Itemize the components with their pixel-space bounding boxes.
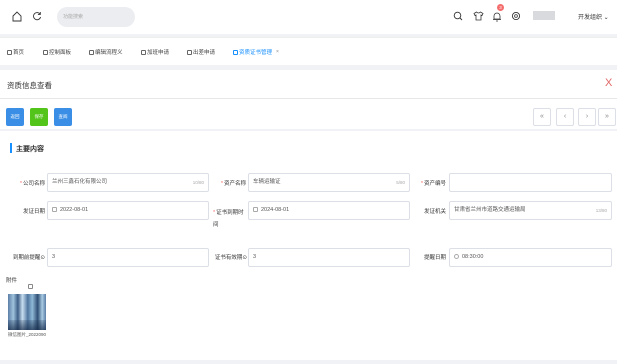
tab-label: 首页 [13, 50, 25, 56]
settings-icon[interactable] [510, 10, 522, 22]
tab-business-trip[interactable]: 出差申请 [187, 48, 215, 56]
required-mark: * [213, 210, 216, 216]
remind-before-input[interactable]: 3 [47, 248, 209, 267]
tab-icon [89, 49, 94, 55]
view-button[interactable]: 查阅 [54, 108, 72, 126]
char-count: 10/80 [192, 180, 204, 185]
refresh-icon[interactable] [31, 10, 43, 22]
asset-no-label-text: 资产编号 [423, 181, 446, 187]
asset-name-field[interactable]: 车辆运输证 5/80 [248, 173, 410, 192]
chevron-down-icon: ⌄ [602, 15, 609, 21]
issue-date-label: 发证日期 [22, 209, 45, 215]
next-page-button[interactable]: › [578, 108, 596, 126]
required-mark: * [19, 181, 22, 187]
tab-icon [187, 49, 192, 55]
prev-page-button[interactable]: ‹ [556, 108, 574, 126]
close-icon[interactable]: × [276, 49, 279, 55]
shirt-icon[interactable] [472, 10, 484, 22]
remind-time-label: 提醒日期 [423, 255, 446, 261]
company-name-label: *公司名称 [10, 179, 45, 187]
search-icon[interactable] [452, 10, 464, 22]
asset-no-field[interactable] [449, 173, 612, 192]
divider [0, 129, 617, 131]
first-page-button[interactable]: « [533, 108, 551, 126]
company-name-label-text: 公司名称 [22, 181, 45, 187]
required-mark: * [220, 181, 223, 187]
authority-value: 甘肃省兰州市道路交通运输局 [454, 207, 526, 213]
char-count: 5/80 [396, 180, 405, 185]
attachment-item[interactable]: 微信图片_20220901160.jpg [8, 284, 46, 346]
attachment-label: 附件 [6, 278, 18, 284]
remind-before-value: 3 [52, 254, 56, 260]
avatar[interactable] [533, 11, 555, 20]
calendar-icon [253, 206, 258, 212]
tab-overtime[interactable]: 加班申请 [141, 48, 169, 56]
panel-title: 资质信息查看 [7, 81, 52, 90]
tab-label: 出差申请 [193, 50, 216, 56]
company-name-field[interactable]: 兰州三鑫石化有限公司 10/80 [47, 173, 209, 192]
expire-date-value: 2024-08-01 [261, 207, 290, 213]
authority-field[interactable]: 甘肃省兰州市道路交通运输局 13/80 [449, 201, 612, 220]
expire-date-picker[interactable]: 2024-08-01 [248, 201, 410, 220]
org-selector[interactable]: 开发组织 ⌄ [578, 12, 609, 21]
asset-name-label: *资产名称 [213, 179, 246, 187]
remind-before-label: 到期前提醒⊙ [12, 255, 45, 261]
authority-label: 发证机关 [423, 209, 446, 215]
tab-icon [141, 49, 146, 55]
remind-time-value: 08:30:00 [462, 254, 484, 260]
tab-certificate-management[interactable]: 资质证书管理 × [233, 48, 279, 56]
asset-no-label: *资产编号 [414, 179, 446, 187]
tab-icon [43, 49, 48, 55]
home-icon[interactable] [11, 10, 23, 22]
validity-value: 3 [253, 254, 257, 260]
tab-label: 控制面板 [49, 50, 72, 56]
top-bar: 功能搜索 3 开发组织 ⌄ [0, 0, 617, 34]
tab-process-definition[interactable]: 编辑流程义 [89, 48, 123, 56]
section-title: 主要内容 [16, 146, 44, 153]
bell-icon[interactable] [491, 10, 503, 22]
return-button[interactable]: 返回 [6, 108, 24, 126]
tab-home[interactable]: 首页 [7, 48, 24, 56]
delete-icon[interactable] [28, 284, 33, 289]
tab-icon [233, 49, 238, 55]
section-marker [10, 143, 12, 153]
attachment-filename: 微信图片_20220901160.jpg [8, 332, 46, 337]
tab-label: 资质证书管理 [239, 50, 273, 56]
tab-bar: 首页 控制面板 编辑流程义 加班申请 出差申请 资质证书管理 × [0, 37, 617, 65]
search-input[interactable]: 功能搜索 [57, 7, 135, 27]
last-page-button[interactable]: » [598, 108, 616, 126]
company-name-value: 兰州三鑫石化有限公司 [52, 179, 108, 185]
tab-label: 加班申请 [147, 50, 170, 56]
expire-label: *证书到期时间 [213, 207, 246, 231]
char-count: 13/80 [595, 208, 607, 213]
tab-icon [7, 49, 12, 55]
remind-time-picker[interactable]: 08:30:00 [449, 248, 612, 267]
notification-badge: 3 [497, 4, 504, 11]
attachment-thumbnail[interactable] [8, 294, 46, 330]
asset-name-value: 车辆运输证 [253, 179, 281, 185]
close-icon[interactable]: X [605, 77, 612, 89]
issue-date-value: 2022-08-01 [60, 207, 89, 213]
required-mark: * [420, 181, 423, 187]
asset-name-label-text: 资产名称 [223, 181, 246, 187]
clock-icon [454, 253, 459, 259]
save-button[interactable]: 保存 [30, 108, 48, 126]
tab-dashboard[interactable]: 控制面板 [43, 48, 71, 56]
divider [0, 98, 617, 99]
validity-input[interactable]: 3 [248, 248, 410, 267]
validity-label: 证书有效期⊙ [214, 255, 247, 261]
org-label: 开发组织 [578, 15, 603, 21]
calendar-icon [52, 206, 57, 212]
tab-label: 编辑流程义 [95, 50, 123, 56]
expire-label-text: 证书到期时间 [213, 210, 244, 228]
issue-date-picker[interactable]: 2022-08-01 [47, 201, 209, 220]
